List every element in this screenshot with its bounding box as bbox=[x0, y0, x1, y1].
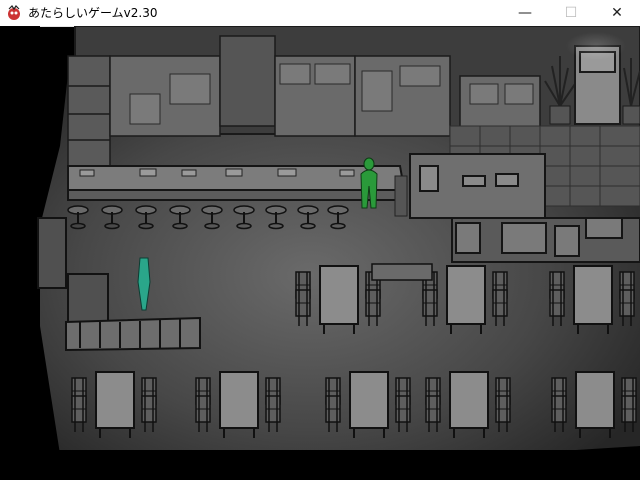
window-title: あたらしいゲームv2.30 bbox=[28, 6, 158, 20]
game-window: あたらしいゲームv2.30 — ☐ ✕ bbox=[0, 0, 640, 480]
maximize-button[interactable]: ☐ bbox=[548, 0, 594, 26]
minimize-icon: — bbox=[518, 5, 532, 21]
minimize-button[interactable]: — bbox=[502, 0, 548, 26]
left-shelf bbox=[67, 55, 111, 169]
game-viewport[interactable] bbox=[0, 26, 640, 480]
cafeteria-scene bbox=[0, 26, 640, 480]
app-icon bbox=[8, 5, 20, 20]
close-button[interactable]: ✕ bbox=[594, 0, 640, 26]
bottom-void bbox=[0, 450, 640, 480]
maximize-icon: ☐ bbox=[564, 5, 578, 21]
bench-rail bbox=[371, 263, 433, 281]
close-icon: ✕ bbox=[611, 5, 623, 21]
title-bar[interactable]: あたらしいゲームv2.30 — ☐ ✕ bbox=[0, 0, 640, 27]
left-void bbox=[0, 26, 40, 480]
